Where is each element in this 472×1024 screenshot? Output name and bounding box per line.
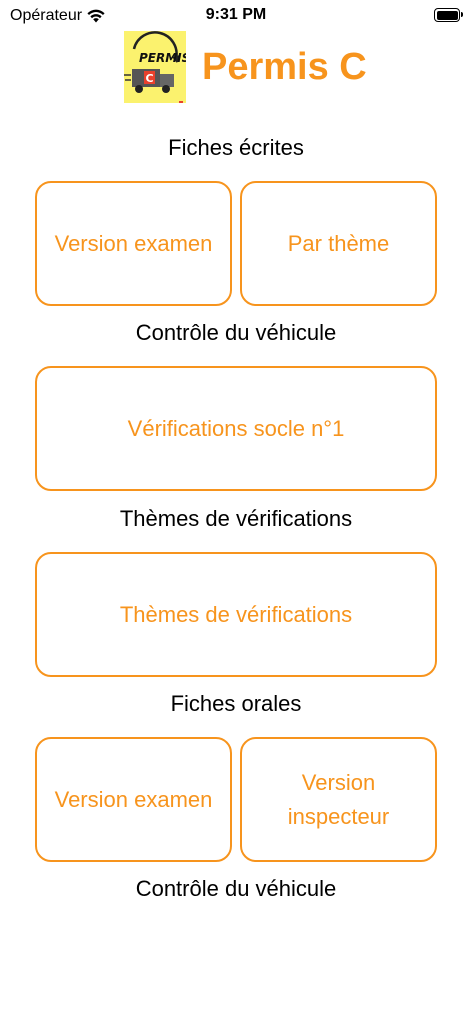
status-clock: 9:31 PM (205, 6, 267, 23)
version-examen-orale-button[interactable]: Version examen (35, 737, 232, 862)
app-header: PERMIS C Permis C (0, 28, 472, 108)
section-title-controle-vehicule: Contrôle du véhicule (135, 320, 337, 345)
par-theme-button[interactable]: Par thème (240, 181, 437, 306)
section-title-fiches-orales: Fiches orales (170, 691, 302, 716)
themes-verifications-button[interactable]: Thèmes de vérifications (35, 552, 437, 677)
permis-logo: PERMIS C (124, 31, 190, 103)
logo-text: PERMIS (139, 51, 186, 65)
version-inspecteur-button[interactable]: Version inspecteur (240, 737, 437, 862)
logo-letter: C (146, 72, 154, 85)
section-title-fiches-ecrites: Fiches écrites (168, 135, 304, 160)
version-examen-ecrite-button[interactable]: Version examen (35, 181, 232, 306)
verifications-socle-button[interactable]: Vérifications socle n°1 (35, 366, 437, 491)
battery-icon (434, 8, 463, 22)
section-title-themes-verifications: Thèmes de vérifications (119, 506, 353, 531)
section-title-controle-vehicule-2: Contrôle du véhicule (135, 876, 337, 901)
app-title: Permis C (202, 46, 367, 88)
